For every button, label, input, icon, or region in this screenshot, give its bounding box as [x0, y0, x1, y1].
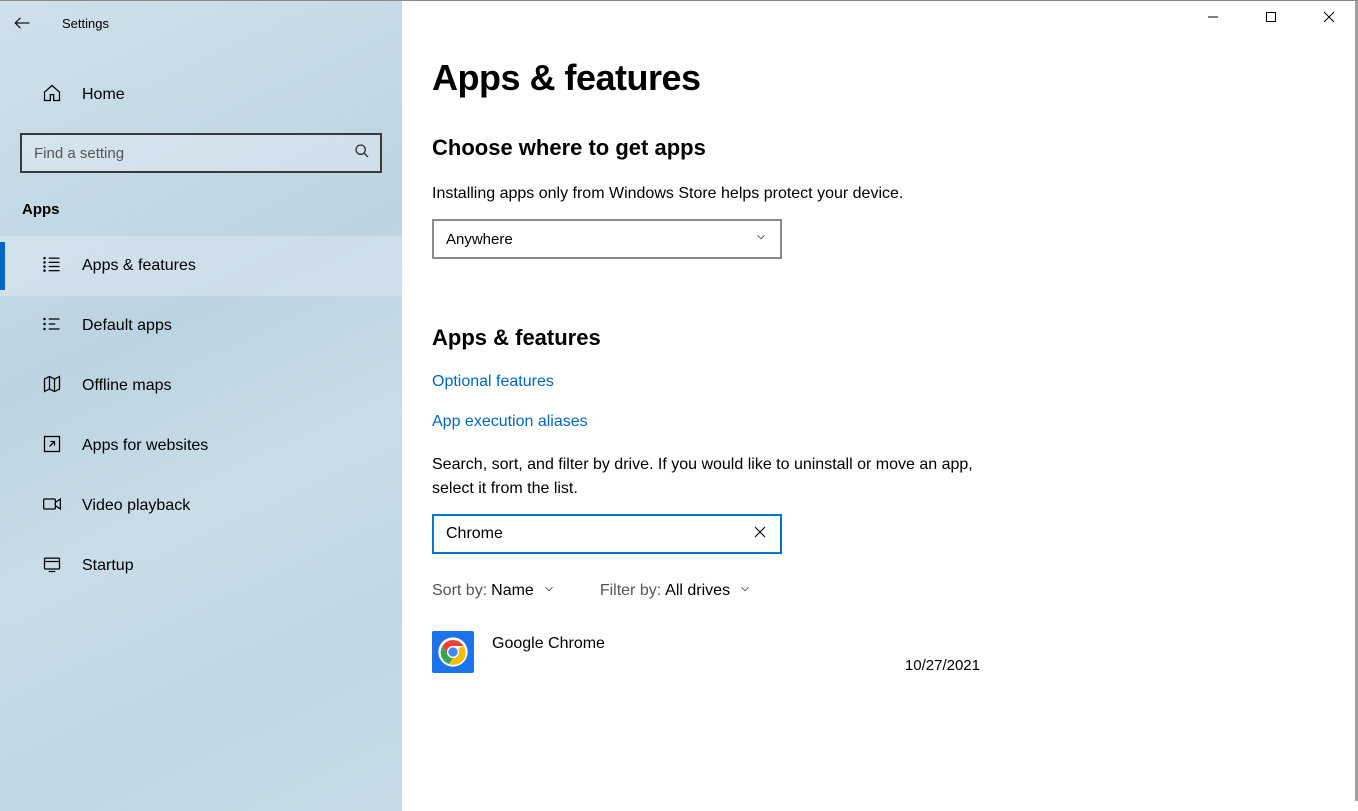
main-content: Apps & features Choose where to get apps… [402, 1, 1358, 811]
nav-default-apps[interactable]: Default apps [0, 296, 402, 356]
filter-by-control[interactable]: Filter by: All drives [600, 582, 752, 601]
chevron-down-icon [754, 230, 768, 248]
window-controls [1184, 1, 1358, 33]
dropdown-value: Anywhere [446, 231, 513, 248]
home-button[interactable]: Home [0, 65, 402, 125]
sidebar-header: Settings [0, 1, 402, 45]
app-install-date: 10/27/2021 [905, 657, 980, 674]
nav-label: Video playback [82, 497, 190, 515]
app-search[interactable] [432, 514, 782, 554]
minimize-button[interactable] [1184, 1, 1242, 33]
nav-apps-for-websites[interactable]: Apps for websites [0, 416, 402, 476]
apps-features-heading: Apps & features [432, 325, 1358, 351]
video-icon [42, 494, 62, 519]
app-source-dropdown[interactable]: Anywhere [432, 219, 782, 259]
chevron-down-icon [534, 582, 556, 601]
nav-apps-features[interactable]: Apps & features [0, 236, 402, 296]
list-icon [42, 254, 62, 279]
sort-by-label: Sort by: [432, 582, 487, 600]
map-icon [42, 374, 62, 399]
back-button[interactable] [0, 1, 44, 45]
page-title: Apps & features [432, 57, 1358, 99]
nav-label: Startup [82, 557, 134, 575]
nav-offline-maps[interactable]: Offline maps [0, 356, 402, 416]
choose-apps-description: Installing apps only from Windows Store … [432, 183, 992, 205]
defaults-icon [42, 314, 62, 339]
nav-label: Offline maps [82, 377, 172, 395]
maximize-button[interactable] [1242, 1, 1300, 33]
nav-label: Apps for websites [82, 437, 208, 455]
choose-apps-heading: Choose where to get apps [432, 135, 1358, 161]
home-label: Home [82, 86, 125, 104]
close-icon [754, 525, 766, 543]
home-icon [42, 83, 62, 108]
startup-icon [42, 554, 62, 579]
app-name: Google Chrome [492, 635, 905, 653]
sort-by-control[interactable]: Sort by: Name [432, 582, 556, 601]
open-icon [42, 434, 62, 459]
app-title: Settings [62, 16, 109, 31]
close-button[interactable] [1300, 1, 1358, 33]
search-icon [354, 143, 370, 164]
chrome-icon [432, 631, 474, 673]
settings-search-input[interactable] [34, 145, 354, 162]
nav-label: Apps & features [82, 257, 196, 275]
sort-by-value: Name [491, 582, 534, 600]
filter-by-value: All drives [665, 582, 730, 600]
app-execution-aliases-link[interactable]: App execution aliases [432, 413, 588, 431]
nav-video-playback[interactable]: Video playback [0, 476, 402, 536]
optional-features-link[interactable]: Optional features [432, 373, 554, 391]
chevron-down-icon [730, 582, 752, 601]
filter-by-label: Filter by: [600, 582, 661, 600]
nav-startup[interactable]: Startup [0, 536, 402, 596]
sidebar-section-label: Apps [22, 201, 402, 218]
nav-label: Default apps [82, 317, 172, 335]
settings-search[interactable] [20, 133, 382, 173]
app-search-input[interactable] [446, 525, 748, 543]
app-list-item[interactable]: Google Chrome 10/27/2021 [432, 631, 980, 674]
clear-search-button[interactable] [748, 522, 772, 546]
list-description: Search, sort, and filter by drive. If yo… [432, 453, 992, 499]
sidebar: Settings Home Apps Apps & features [0, 1, 402, 811]
